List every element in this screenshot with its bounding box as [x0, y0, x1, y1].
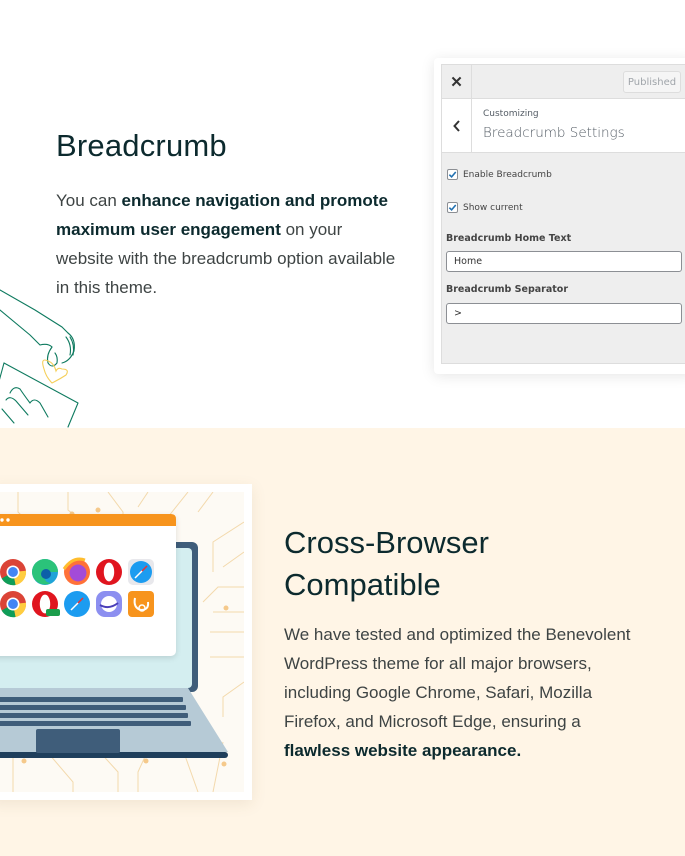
safari-icon [64, 591, 90, 617]
breadcrumb-section-title: Breadcrumb [56, 128, 227, 163]
customizer-panel: ✕ Published Customizing Breadcrumb Setti… [441, 64, 685, 364]
close-button[interactable]: ✕ [442, 65, 472, 99]
breadcrumb-section-description: You can enhance navigation and promote m… [56, 186, 401, 302]
opera-icon [96, 559, 122, 585]
breadcrumb-feature-section: Breadcrumb You can enhance navigation an… [0, 0, 685, 428]
checkmark-icon [448, 204, 457, 212]
enable-breadcrumb-checkbox-row[interactable]: Enable Breadcrumb [447, 169, 552, 180]
show-current-checkbox-row[interactable]: Show current [447, 202, 523, 213]
chevron-left-icon [452, 120, 460, 132]
title-line: Cross-Browser [284, 525, 489, 560]
firefox-icon [62, 557, 90, 585]
cross-browser-section-description: We have tested and optimized the Benevol… [284, 620, 644, 765]
chrome-icon [0, 559, 27, 586]
description-text: We have tested and optimized the Benevol… [284, 625, 631, 731]
close-icon: ✕ [450, 74, 463, 91]
laptop-illustration-card [0, 484, 252, 800]
uc-browser-icon [128, 591, 154, 617]
edge-icon [32, 559, 58, 585]
separator-label: Breadcrumb Separator [446, 284, 569, 295]
checkbox-label: Enable Breadcrumb [463, 169, 552, 180]
description-highlight: flawless website appearance. [284, 741, 522, 760]
laptop-trackpad [36, 729, 120, 753]
section-header: Customizing Breadcrumb Settings [442, 99, 685, 153]
laptop-illustration [0, 492, 244, 792]
chrome-icon [0, 591, 27, 618]
back-button[interactable] [442, 99, 472, 153]
customizer-header-bar: ✕ Published [442, 65, 685, 99]
hands-heart-illustration [0, 289, 79, 428]
show-current-checkbox[interactable] [447, 202, 458, 213]
checkmark-icon [448, 171, 457, 179]
cross-browser-section-title: Cross-Browser Compatible [284, 522, 584, 606]
browser-window [0, 514, 176, 656]
title-line: Compatible [284, 567, 441, 602]
published-button[interactable]: Published [623, 71, 681, 93]
cross-browser-feature-section: Cross-Browser Compatible We have tested a… [0, 428, 685, 856]
separator-input[interactable]: > [446, 303, 682, 324]
home-text-input[interactable]: Home [446, 251, 682, 272]
panel-title: Breadcrumb Settings [483, 125, 625, 141]
home-text-label: Breadcrumb Home Text [446, 233, 572, 244]
safari-icon [128, 559, 154, 585]
description-text: You can [56, 191, 122, 210]
laptop-browsers-illustration [0, 492, 244, 792]
checkbox-label: Show current [463, 202, 523, 213]
browser-titlebar [0, 514, 176, 526]
customizing-label: Customizing [483, 109, 539, 119]
samsung-internet-icon [96, 591, 122, 617]
enable-breadcrumb-checkbox[interactable] [447, 169, 458, 180]
